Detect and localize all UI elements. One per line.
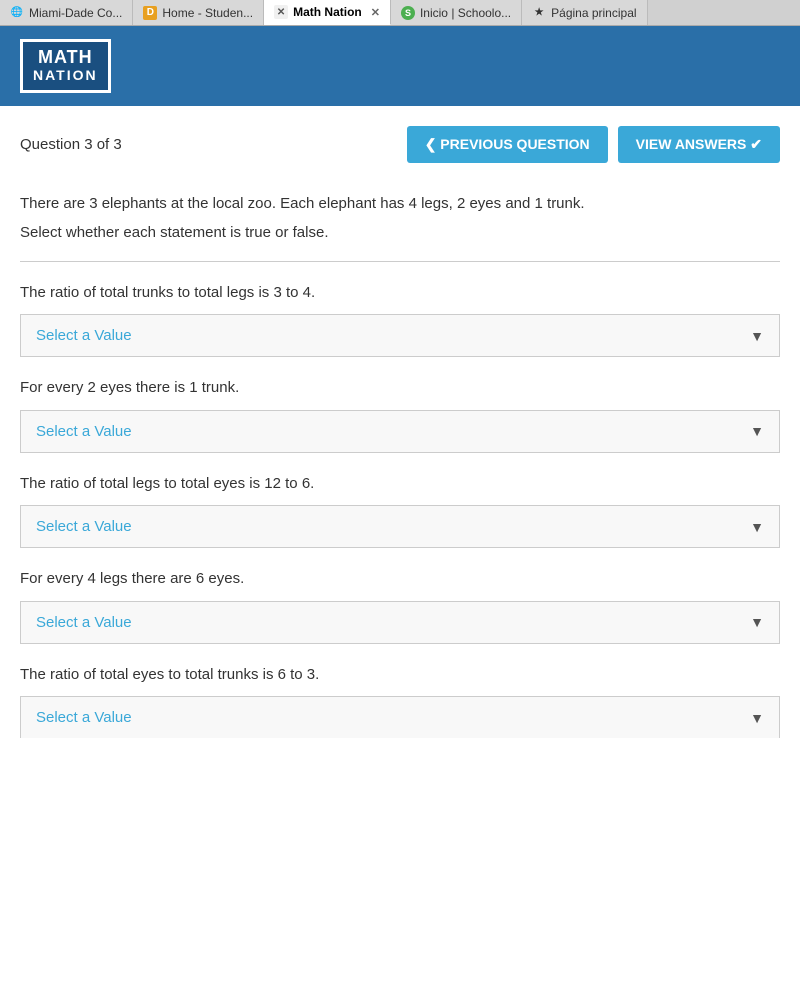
statement-1: The ratio of total trunks to total legs …: [20, 282, 780, 358]
question-body: There are 3 elephants at the local zoo. …: [20, 193, 780, 241]
dropdown-3-wrapper: Select a Value ▼: [20, 505, 780, 548]
dropdown-1-wrapper: Select a Value ▼: [20, 314, 780, 357]
tab-star-icon: ★: [532, 6, 546, 20]
tab-pagina-label: Página principal: [551, 6, 636, 20]
button-row: ❮ PREVIOUS QUESTION VIEW ANSWERS ✔: [407, 126, 780, 163]
dropdown-4[interactable]: Select a Value ▼: [20, 601, 780, 644]
divider: [20, 261, 780, 262]
tab-inicio-label: Inicio | Schoolo...: [420, 6, 511, 20]
dropdown-4-arrow-icon: ▼: [750, 614, 764, 630]
tab-inicio[interactable]: S Inicio | Schoolo...: [391, 0, 522, 25]
dropdown-1[interactable]: Select a Value ▼: [20, 314, 780, 357]
statement-3-text: The ratio of total legs to total eyes is…: [20, 473, 780, 496]
view-answers-button[interactable]: VIEW ANSWERS ✔: [618, 126, 780, 163]
dropdown-5-label: Select a Value: [36, 709, 132, 726]
dropdown-5-arrow-icon: ▼: [750, 710, 764, 726]
previous-question-button[interactable]: ❮ PREVIOUS QUESTION: [407, 126, 608, 163]
dropdown-5-wrapper: Select a Value ▼: [20, 696, 780, 738]
dropdown-3[interactable]: Select a Value ▼: [20, 505, 780, 548]
tab-home[interactable]: D Home - Studen...: [133, 0, 264, 25]
dropdown-3-arrow-icon: ▼: [750, 519, 764, 535]
dropdown-4-wrapper: Select a Value ▼: [20, 601, 780, 644]
tab-math-label: Math Nation: [293, 5, 362, 19]
dropdown-3-label: Select a Value: [36, 518, 132, 535]
dropdown-2-label: Select a Value: [36, 423, 132, 440]
dropdown-1-label: Select a Value: [36, 327, 132, 344]
tab-home-label: Home - Studen...: [162, 6, 253, 20]
tab-d-icon: D: [143, 6, 157, 20]
statement-5-text: The ratio of total eyes to total trunks …: [20, 664, 780, 687]
question-main-text: There are 3 elephants at the local zoo. …: [20, 193, 780, 216]
dropdown-2[interactable]: Select a Value ▼: [20, 410, 780, 453]
statement-2-text: For every 2 eyes there is 1 trunk.: [20, 377, 780, 400]
statement-1-text: The ratio of total trunks to total legs …: [20, 282, 780, 305]
site-header: MATH NATION: [0, 26, 800, 106]
statement-2: For every 2 eyes there is 1 trunk. Selec…: [20, 377, 780, 453]
tab-globe-icon: 🌐: [10, 6, 24, 20]
tab-miami-label: Miami-Dade Co...: [29, 6, 122, 20]
statement-5: The ratio of total eyes to total trunks …: [20, 664, 780, 739]
tab-pagina[interactable]: ★ Página principal: [522, 0, 647, 25]
statement-4-text: For every 4 legs there are 6 eyes.: [20, 568, 780, 591]
tab-s-icon: S: [401, 6, 415, 20]
logo: MATH NATION: [20, 39, 111, 92]
tab-math[interactable]: ✕ Math Nation ✕: [264, 0, 391, 25]
tab-miami[interactable]: 🌐 Miami-Dade Co...: [0, 0, 133, 25]
logo-nation-text: NATION: [33, 68, 98, 83]
question-label: Question 3 of 3: [20, 136, 122, 153]
statement-3: The ratio of total legs to total eyes is…: [20, 473, 780, 549]
main-content: Question 3 of 3 ❮ PREVIOUS QUESTION VIEW…: [0, 106, 800, 778]
question-sub-text: Select whether each statement is true or…: [20, 224, 780, 241]
question-header-row: Question 3 of 3 ❮ PREVIOUS QUESTION VIEW…: [20, 126, 780, 163]
dropdown-4-label: Select a Value: [36, 614, 132, 631]
dropdown-5[interactable]: Select a Value ▼: [20, 696, 780, 738]
dropdown-2-wrapper: Select a Value ▼: [20, 410, 780, 453]
logo-math-text: MATH: [38, 48, 93, 68]
statement-4: For every 4 legs there are 6 eyes. Selec…: [20, 568, 780, 644]
tab-x-icon: ✕: [274, 5, 288, 19]
dropdown-1-arrow-icon: ▼: [750, 328, 764, 344]
dropdown-2-arrow-icon: ▼: [750, 423, 764, 439]
browser-tabs-bar: 🌐 Miami-Dade Co... D Home - Studen... ✕ …: [0, 0, 800, 26]
tab-math-close[interactable]: ✕: [371, 6, 380, 19]
